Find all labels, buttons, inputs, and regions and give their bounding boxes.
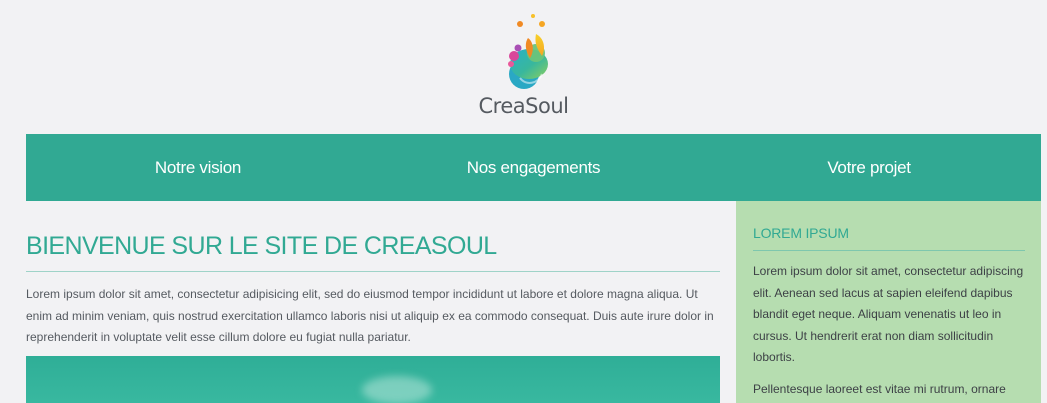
- sidebar-paragraph: Pellentesque laoreet est vitae mi rutrum…: [753, 381, 1006, 396]
- sidebar-text: Lorem ipsum dolor sit amet, consectetur …: [753, 261, 1031, 403]
- site-header: CreaSoul: [0, 0, 1047, 134]
- intro-paragraph: Lorem ipsum dolor sit amet, consectetur …: [26, 287, 714, 344]
- page-title: BIENVENUE SUR LE SITE DE CREASOUL: [26, 232, 497, 260]
- sidebar-paragraph: Lorem ipsum dolor sit amet, consectetur …: [753, 264, 1024, 364]
- main-navigation: Notre vision Nos engagements Votre proje…: [26, 134, 1041, 201]
- nav-item-nos-engagements[interactable]: Nos engagements: [370, 158, 697, 178]
- brand-name: CreaSoul: [478, 94, 569, 118]
- sidebar-title: LOREM IPSUM: [753, 225, 849, 241]
- hero-image: [26, 356, 720, 403]
- sidebar-divider: [753, 250, 1025, 251]
- nav-item-votre-projet[interactable]: Votre projet: [697, 158, 1041, 178]
- main-content: BIENVENUE SUR LE SITE DE CREASOUL Lorem …: [26, 201, 720, 403]
- sidebar: LOREM IPSUM Lorem ipsum dolor sit amet, …: [736, 201, 1041, 403]
- title-divider: [26, 271, 720, 272]
- nav-item-notre-vision[interactable]: Notre vision: [26, 158, 370, 178]
- creasoul-logo-icon[interactable]: [484, 4, 564, 94]
- page: CreaSoul Notre vision Nos engagements Vo…: [0, 0, 1047, 403]
- hero-glow-shape: [362, 376, 432, 403]
